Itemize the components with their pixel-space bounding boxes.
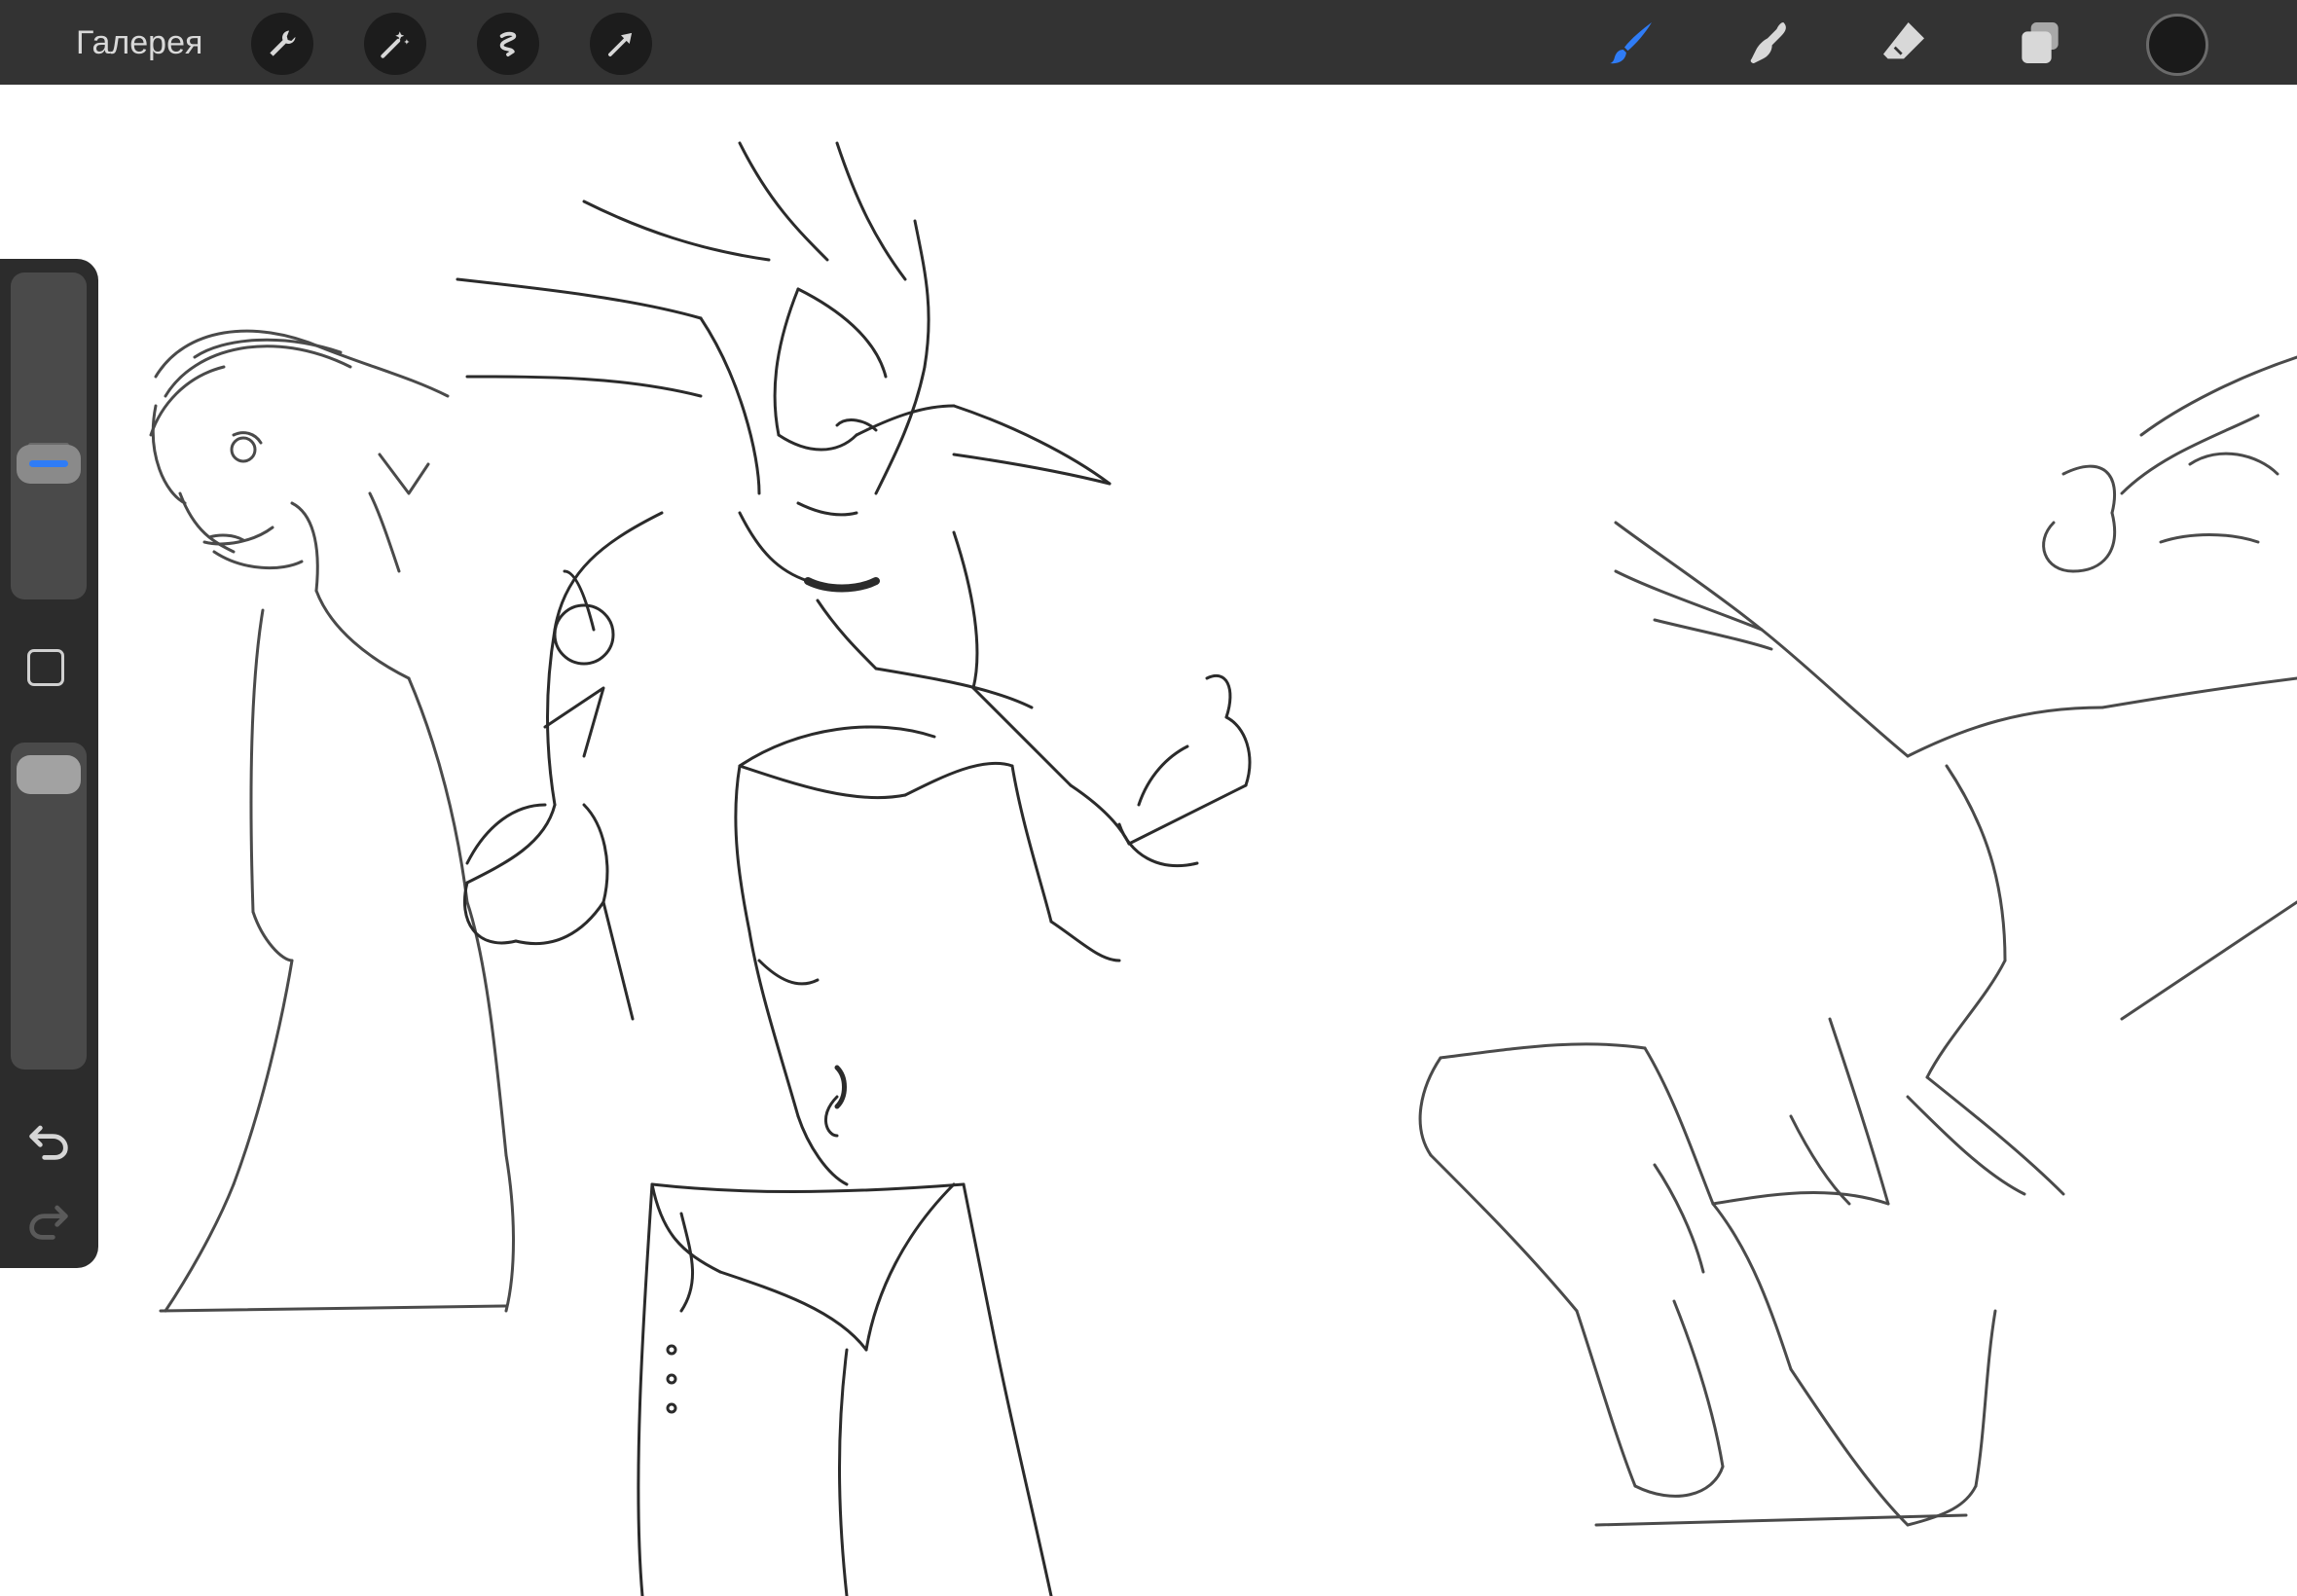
active-indicator <box>29 460 68 468</box>
brush-size-thumb[interactable] <box>17 444 81 484</box>
opacity-thumb[interactable] <box>17 754 81 794</box>
layers-icon <box>2022 22 2059 63</box>
undo-icon[interactable] <box>23 1115 74 1166</box>
eraser-icon <box>1883 22 1924 59</box>
smudge-icon <box>1750 22 1786 63</box>
selection-icon <box>499 31 517 56</box>
gallery-button[interactable]: Галерея <box>76 21 202 64</box>
smudge-tool-button[interactable] <box>1738 14 1797 72</box>
sketch-figure-center <box>456 141 1252 1596</box>
wrench-icon <box>270 30 296 56</box>
adjustments-button[interactable] <box>364 13 426 75</box>
magic-wand-icon <box>381 31 410 58</box>
layers-button[interactable] <box>2011 14 2069 72</box>
transform-button[interactable] <box>590 13 652 75</box>
selection-button[interactable] <box>477 13 539 75</box>
left-sidebar <box>0 259 98 1268</box>
sketch-figure-left <box>149 329 515 1313</box>
transform-arrow-icon <box>608 32 633 56</box>
sketch-artwork <box>149 141 2297 1596</box>
brush-tool-button[interactable] <box>1602 14 1660 72</box>
drawing-canvas[interactable] <box>0 85 2297 1596</box>
actions-button[interactable] <box>251 13 313 75</box>
modify-button[interactable] <box>27 649 64 686</box>
color-picker-button[interactable] <box>2146 14 2208 76</box>
opacity-slider[interactable] <box>11 743 87 1070</box>
brush-icon <box>1609 22 1652 64</box>
redo-icon[interactable] <box>23 1195 74 1246</box>
top-toolbar: Галерея <box>0 0 2297 85</box>
eraser-tool-button[interactable] <box>1875 14 1933 72</box>
sketch-figure-right <box>1418 355 2297 1527</box>
brush-size-slider[interactable] <box>11 272 87 599</box>
